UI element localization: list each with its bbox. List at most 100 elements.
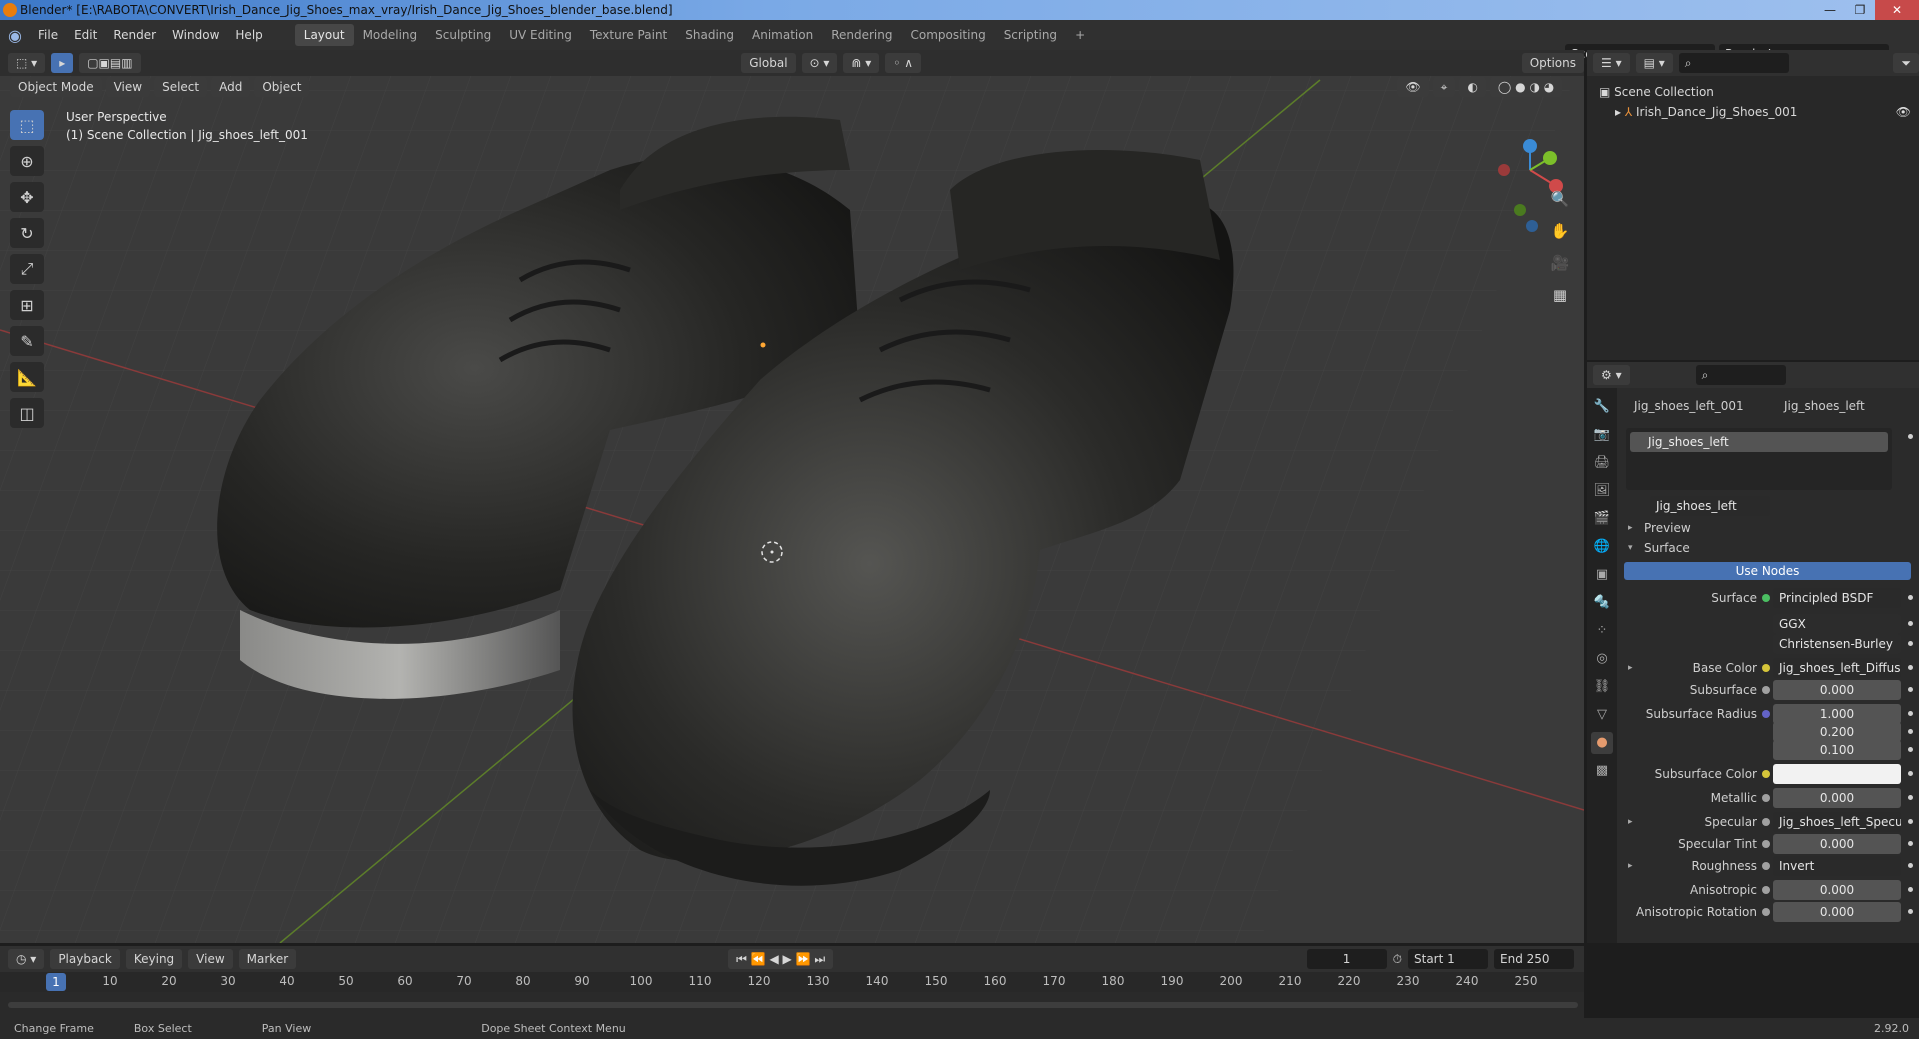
tab-sculpting[interactable]: Sculpting xyxy=(426,24,500,46)
keyframe-dot-icon[interactable] xyxy=(1908,795,1913,800)
keyframe-dot-icon[interactable] xyxy=(1908,595,1913,600)
display-mode-icon[interactable]: ▤ ▾ xyxy=(1635,53,1673,73)
view-layer-tab-icon[interactable]: 🖼 xyxy=(1591,480,1613,502)
socket-icon[interactable] xyxy=(1762,664,1770,672)
property-field[interactable]: 0.200 xyxy=(1773,722,1901,742)
filter-icon[interactable]: ⏷ xyxy=(1893,53,1919,73)
keyframe-dot-icon[interactable] xyxy=(1908,771,1913,776)
tab-layout[interactable]: Layout xyxy=(294,24,354,46)
property-field[interactable]: Jig_shoes_left_Diffuse.png xyxy=(1773,658,1901,678)
shading-mode-icons[interactable]: ◯ ● ◑ ◕ xyxy=(1489,77,1563,97)
select-mode-buttons[interactable]: ▢▣▤▥ xyxy=(79,53,141,73)
property-field[interactable]: 0.000 xyxy=(1773,834,1901,854)
overlay-toggle-icon[interactable]: ◐ xyxy=(1459,77,1486,97)
menu-window[interactable]: Window xyxy=(164,28,227,42)
menu-playback[interactable]: Playback xyxy=(50,949,120,969)
socket-icon[interactable] xyxy=(1762,594,1770,602)
world-tab-icon[interactable]: 🌐 xyxy=(1591,536,1613,558)
keyframe-dot-icon[interactable] xyxy=(1908,909,1913,914)
keyframe-dot-icon[interactable] xyxy=(1908,887,1913,892)
socket-icon[interactable] xyxy=(1762,686,1770,694)
expand-arrow-icon[interactable]: ▸ xyxy=(1628,856,1633,876)
menu-help[interactable]: Help xyxy=(227,28,270,42)
socket-icon[interactable] xyxy=(1762,770,1770,778)
keyframe-dot-icon[interactable] xyxy=(1908,841,1913,846)
outliner-editor-type-icon[interactable]: ☰ ▾ xyxy=(1593,53,1630,73)
tab-texture-paint[interactable]: Texture Paint xyxy=(581,24,676,46)
minimize-button[interactable]: — xyxy=(1815,0,1845,20)
property-field[interactable]: 0.000 xyxy=(1773,680,1901,700)
add-slot-icon[interactable] xyxy=(1908,434,1913,439)
menu-object[interactable]: Object xyxy=(254,77,310,97)
socket-icon[interactable] xyxy=(1762,710,1770,718)
rotate-tool-icon[interactable]: ↻ xyxy=(10,218,44,248)
annotate-tool-icon[interactable]: ✎ xyxy=(10,326,44,356)
snap-icon[interactable]: ⋒ ▾ xyxy=(843,53,880,73)
physics-tab-icon[interactable]: ◎ xyxy=(1591,648,1613,670)
constraints-tab-icon[interactable]: ⛓ xyxy=(1591,676,1613,698)
surface-section[interactable]: ▾ Surface xyxy=(1620,538,1917,558)
object-mode-dropdown[interactable]: Object Mode xyxy=(10,77,102,97)
timeline-editor-type-icon[interactable]: ◷ ▾ xyxy=(8,949,45,969)
property-field[interactable]: 0.000 xyxy=(1773,902,1901,922)
menu-keying[interactable]: Keying xyxy=(125,949,183,969)
tool-tab-icon[interactable]: 🔧 xyxy=(1591,396,1613,418)
timeline-scrollbar[interactable] xyxy=(8,1002,1578,1008)
property-field[interactable]: Invert xyxy=(1773,856,1901,876)
property-field[interactable]: 1.000 xyxy=(1773,704,1901,724)
transform-tool-icon[interactable]: ⊞ xyxy=(10,290,44,320)
keyframe-dot-icon[interactable] xyxy=(1908,641,1913,646)
socket-icon[interactable] xyxy=(1762,886,1770,894)
scene-tab-icon[interactable]: 🎬 xyxy=(1591,508,1613,530)
keyframe-dot-icon[interactable] xyxy=(1908,711,1913,716)
socket-icon[interactable] xyxy=(1762,840,1770,848)
socket-icon[interactable] xyxy=(1762,908,1770,916)
stopwatch-icon[interactable]: ⏱ xyxy=(1393,952,1402,967)
output-tab-icon[interactable]: 🖨 xyxy=(1591,452,1613,474)
outliner-search-input[interactable]: ⌕ xyxy=(1678,53,1789,73)
perspective-toggle-icon[interactable]: ▦ xyxy=(1548,286,1572,308)
menu-file[interactable]: File xyxy=(30,28,66,42)
property-field[interactable]: 0.000 xyxy=(1773,880,1901,900)
outliner-object-row[interactable]: ▸ ⅄ Irish_Dance_Jig_Shoes_001 👁 xyxy=(1587,102,1919,122)
tab-modeling[interactable]: Modeling xyxy=(354,24,427,46)
gizmo-toggle-icon[interactable]: ⌖ xyxy=(1432,77,1456,97)
data-tab-icon[interactable]: ▽ xyxy=(1591,704,1613,726)
socket-icon[interactable] xyxy=(1762,818,1770,826)
expand-arrow-icon[interactable]: ▸ xyxy=(1615,105,1625,119)
maximize-button[interactable]: ❐ xyxy=(1845,0,1875,20)
property-field[interactable]: 0.100 xyxy=(1773,740,1901,760)
select-box-tool-icon[interactable]: ⬚ xyxy=(10,110,44,140)
scene-collection-row[interactable]: ▣ Scene Collection xyxy=(1587,82,1919,102)
menu-edit[interactable]: Edit xyxy=(66,28,105,42)
properties-search-input[interactable]: ⌕ xyxy=(1695,365,1786,385)
property-field[interactable]: 0.000 xyxy=(1773,788,1901,808)
keyframe-dot-icon[interactable] xyxy=(1908,687,1913,692)
tab-compositing[interactable]: Compositing xyxy=(901,24,994,46)
frame-ruler[interactable]: 1102030405060708090100110120130140150160… xyxy=(0,972,1584,992)
tab-animation[interactable]: Animation xyxy=(743,24,822,46)
use-nodes-button[interactable]: Use Nodes xyxy=(1624,562,1911,580)
scale-tool-icon[interactable]: ⤢ xyxy=(10,254,44,284)
socket-icon[interactable] xyxy=(1762,862,1770,870)
visibility-icon[interactable]: 👁 xyxy=(1397,77,1429,97)
texture-tab-icon[interactable]: ▩ xyxy=(1591,760,1613,782)
property-dropdown[interactable]: GGX xyxy=(1773,614,1901,634)
transform-orientation-dropdown[interactable]: Global xyxy=(741,53,796,73)
3d-viewport[interactable] xyxy=(0,50,1584,943)
menu-add[interactable]: Add xyxy=(211,77,251,97)
menu-marker[interactable]: Marker xyxy=(238,949,297,969)
property-field[interactable]: Jig_shoes_left_Specular.pn xyxy=(1773,812,1901,832)
select-tool-button[interactable]: ▸ xyxy=(51,53,74,73)
current-frame-field[interactable]: 1 xyxy=(1306,949,1387,969)
pan-hand-icon[interactable]: ✋ xyxy=(1548,222,1572,244)
render-tab-icon[interactable]: 📷 xyxy=(1591,424,1613,446)
material-name-field[interactable]: Jig_shoes_left xyxy=(1650,496,1770,516)
add-workspace-icon[interactable]: + xyxy=(1066,24,1094,46)
close-button[interactable]: ✕ xyxy=(1875,0,1919,20)
material-slot-item[interactable]: Jig_shoes_left xyxy=(1630,432,1888,452)
modifier-tab-icon[interactable]: 🔩 xyxy=(1591,592,1613,614)
camera-view-icon[interactable]: 🎥 xyxy=(1548,254,1572,276)
particles-tab-icon[interactable]: ⁘ xyxy=(1591,620,1613,642)
pivot-point-icon[interactable]: ⊙ ▾ xyxy=(801,53,838,73)
